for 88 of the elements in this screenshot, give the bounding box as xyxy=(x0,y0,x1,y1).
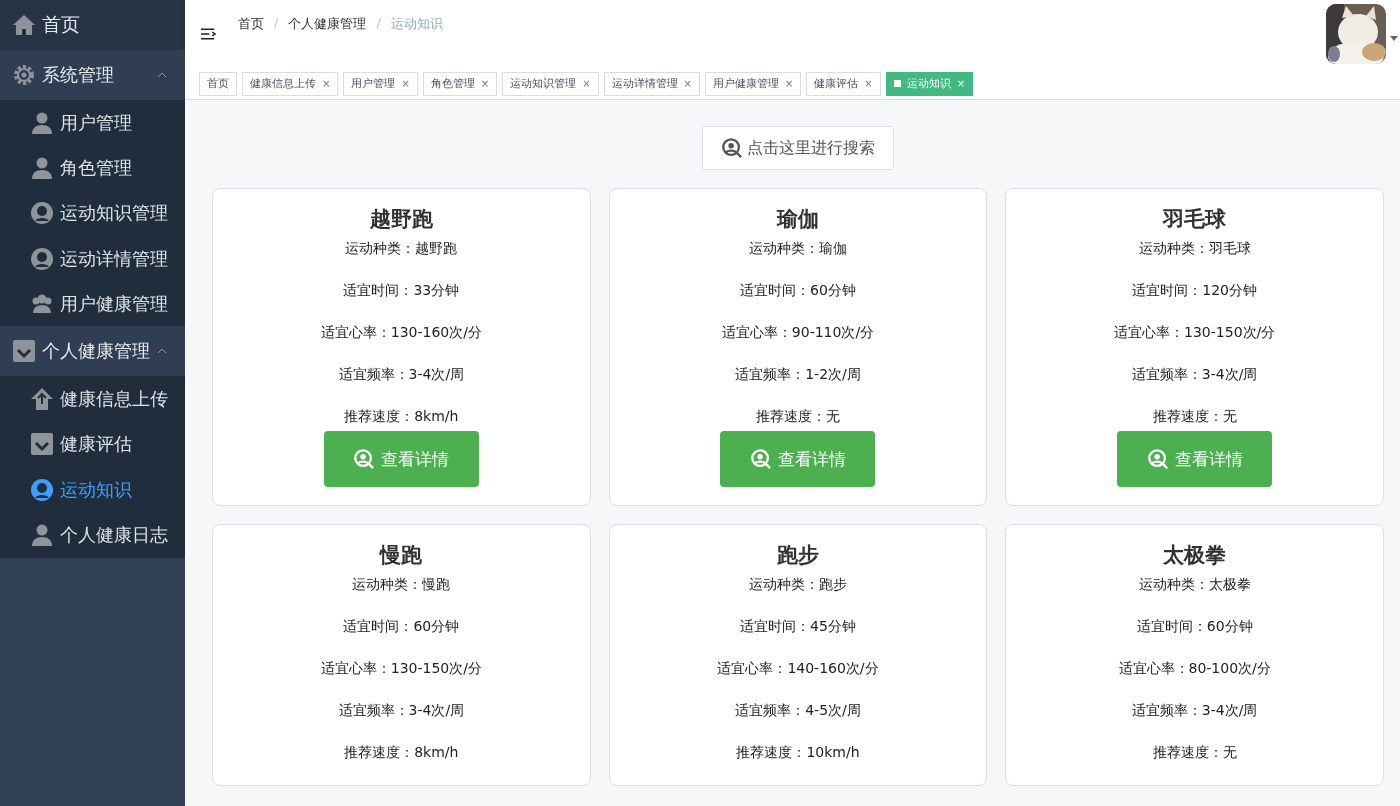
card-title: 太极拳 xyxy=(1163,542,1227,569)
page-tab[interactable]: 首页 xyxy=(199,71,237,96)
card-field: 适宜心率：130-150次/分 xyxy=(1114,323,1276,365)
page-tab[interactable]: 角色管理 × xyxy=(422,71,498,96)
card-field: 适宜时间：60分钟 xyxy=(1136,617,1253,659)
close-icon[interactable]: × xyxy=(683,78,692,89)
check-icon xyxy=(30,432,54,457)
page-tab[interactable]: 运动详情管理 × xyxy=(603,71,700,96)
gear-icon xyxy=(12,63,36,87)
search-button[interactable]: 点击这里进行搜索 xyxy=(702,126,894,170)
card-field: 适宜时间：45分钟 xyxy=(740,617,856,659)
search-icon xyxy=(750,448,772,470)
page-tab[interactable]: 用户健康管理 × xyxy=(704,71,802,96)
close-icon[interactable]: × xyxy=(784,78,794,89)
card-field: 适宜频率：1-2次/周 xyxy=(735,365,861,407)
card-field: 适宜心率：140-160次/分 xyxy=(717,659,879,701)
card-title: 越野跑 xyxy=(369,206,433,233)
menu-item[interactable]: 用户健康管理 xyxy=(0,281,185,327)
card-field: 适宜时间：33分钟 xyxy=(343,281,460,323)
search-icon xyxy=(721,137,743,159)
card-field: 适宜频率：3-4次/周 xyxy=(338,701,465,743)
card-field: 适宜频率：3-4次/周 xyxy=(1131,365,1258,407)
card-field: 适宜频率：3-4次/周 xyxy=(338,365,465,407)
home-icon xyxy=(12,13,36,37)
card-title: 瑜伽 xyxy=(777,206,819,233)
card-field: 推荐速度：10km/h xyxy=(736,743,860,767)
card-field: 运动种类：越野跑 xyxy=(345,239,458,281)
card-field: 适宜心率：130-150次/分 xyxy=(320,659,482,701)
menu-group[interactable]: 个人健康管理 xyxy=(0,326,185,377)
page-tab[interactable]: 用户管理 × xyxy=(343,71,418,96)
card-field: 推荐速度：无 xyxy=(756,407,840,431)
card-field: 运动种类：太极拳 xyxy=(1138,575,1251,617)
menu-icon[interactable] xyxy=(201,28,216,40)
menu-item[interactable]: 健康评估 xyxy=(0,421,185,468)
menu-item[interactable]: 角色管理 xyxy=(0,145,185,191)
card-title: 慢跑 xyxy=(380,542,423,569)
close-icon[interactable]: × xyxy=(582,78,591,89)
menu-item[interactable]: 用户管理 xyxy=(0,100,185,146)
card-field: 推荐速度：无 xyxy=(1152,743,1237,767)
breadcrumb-separator: / xyxy=(274,15,279,32)
person-icon xyxy=(30,110,54,135)
card-field: 适宜时间：120分钟 xyxy=(1132,281,1257,323)
check-icon xyxy=(12,339,36,364)
menu-group[interactable]: 系统管理 xyxy=(0,50,185,100)
menu-item[interactable]: 健康信息上传 xyxy=(0,376,185,422)
card-field: 适宜频率：4-5次/周 xyxy=(735,701,861,743)
caret-icon xyxy=(157,72,167,78)
menu-item[interactable]: 运动知识管理 xyxy=(0,190,185,236)
card-field: 运动种类：羽毛球 xyxy=(1138,239,1251,281)
search-icon xyxy=(1146,448,1169,470)
card-field: 运动种类：跑步 xyxy=(749,575,847,617)
close-icon[interactable]: × xyxy=(401,78,410,89)
card-field: 适宜时间：60分钟 xyxy=(343,617,460,659)
close-icon[interactable]: × xyxy=(480,78,490,89)
menu-item[interactable]: 运动知识 xyxy=(0,467,185,513)
menu-item[interactable]: 首页 xyxy=(0,0,185,50)
dropdown-caret-icon[interactable] xyxy=(1390,35,1398,41)
caret-icon xyxy=(157,348,167,355)
person-icon xyxy=(30,155,54,180)
close-icon[interactable]: × xyxy=(864,78,873,89)
close-icon[interactable]: × xyxy=(322,78,331,89)
breadcrumb-item: 运动知识 xyxy=(390,15,443,33)
card-field: 适宜频率：3-4次/周 xyxy=(1131,701,1258,743)
card-field: 推荐速度：8km/h xyxy=(344,743,459,767)
breadcrumb-item[interactable]: 首页 xyxy=(238,15,264,33)
card-field: 运动种类：瑜伽 xyxy=(749,239,847,281)
card-field: 适宜心率：130-160次/分 xyxy=(320,323,482,365)
user-circle-icon xyxy=(30,477,54,502)
card-field: 运动种类：慢跑 xyxy=(352,575,451,617)
person-icon xyxy=(30,523,54,547)
upload-icon xyxy=(30,387,54,412)
card-field: 适宜时间：60分钟 xyxy=(740,281,856,323)
card-field: 适宜心率：90-110次/分 xyxy=(721,323,875,365)
search-icon xyxy=(353,448,376,470)
breadcrumb-item[interactable]: 个人健康管理 xyxy=(288,15,367,33)
card-field: 推荐速度：无 xyxy=(1152,407,1237,431)
card-title: 跑步 xyxy=(777,542,819,569)
user-circle-icon xyxy=(30,201,54,226)
card-field: 适宜心率：80-100次/分 xyxy=(1118,659,1271,701)
card-field: 推荐速度：8km/h xyxy=(344,407,459,431)
user-circle-icon xyxy=(30,246,54,271)
page-tab[interactable]: 健康评估 × xyxy=(806,71,881,96)
breadcrumb-separator: / xyxy=(376,15,381,32)
menu-item[interactable]: 个人健康日志 xyxy=(0,512,185,558)
page-tab[interactable]: 健康信息上传 × xyxy=(242,71,339,96)
menu-item[interactable]: 运动详情管理 xyxy=(0,235,185,282)
card-title: 羽毛球 xyxy=(1163,206,1227,233)
page-tab[interactable]: 运动知识管理 × xyxy=(502,71,599,96)
